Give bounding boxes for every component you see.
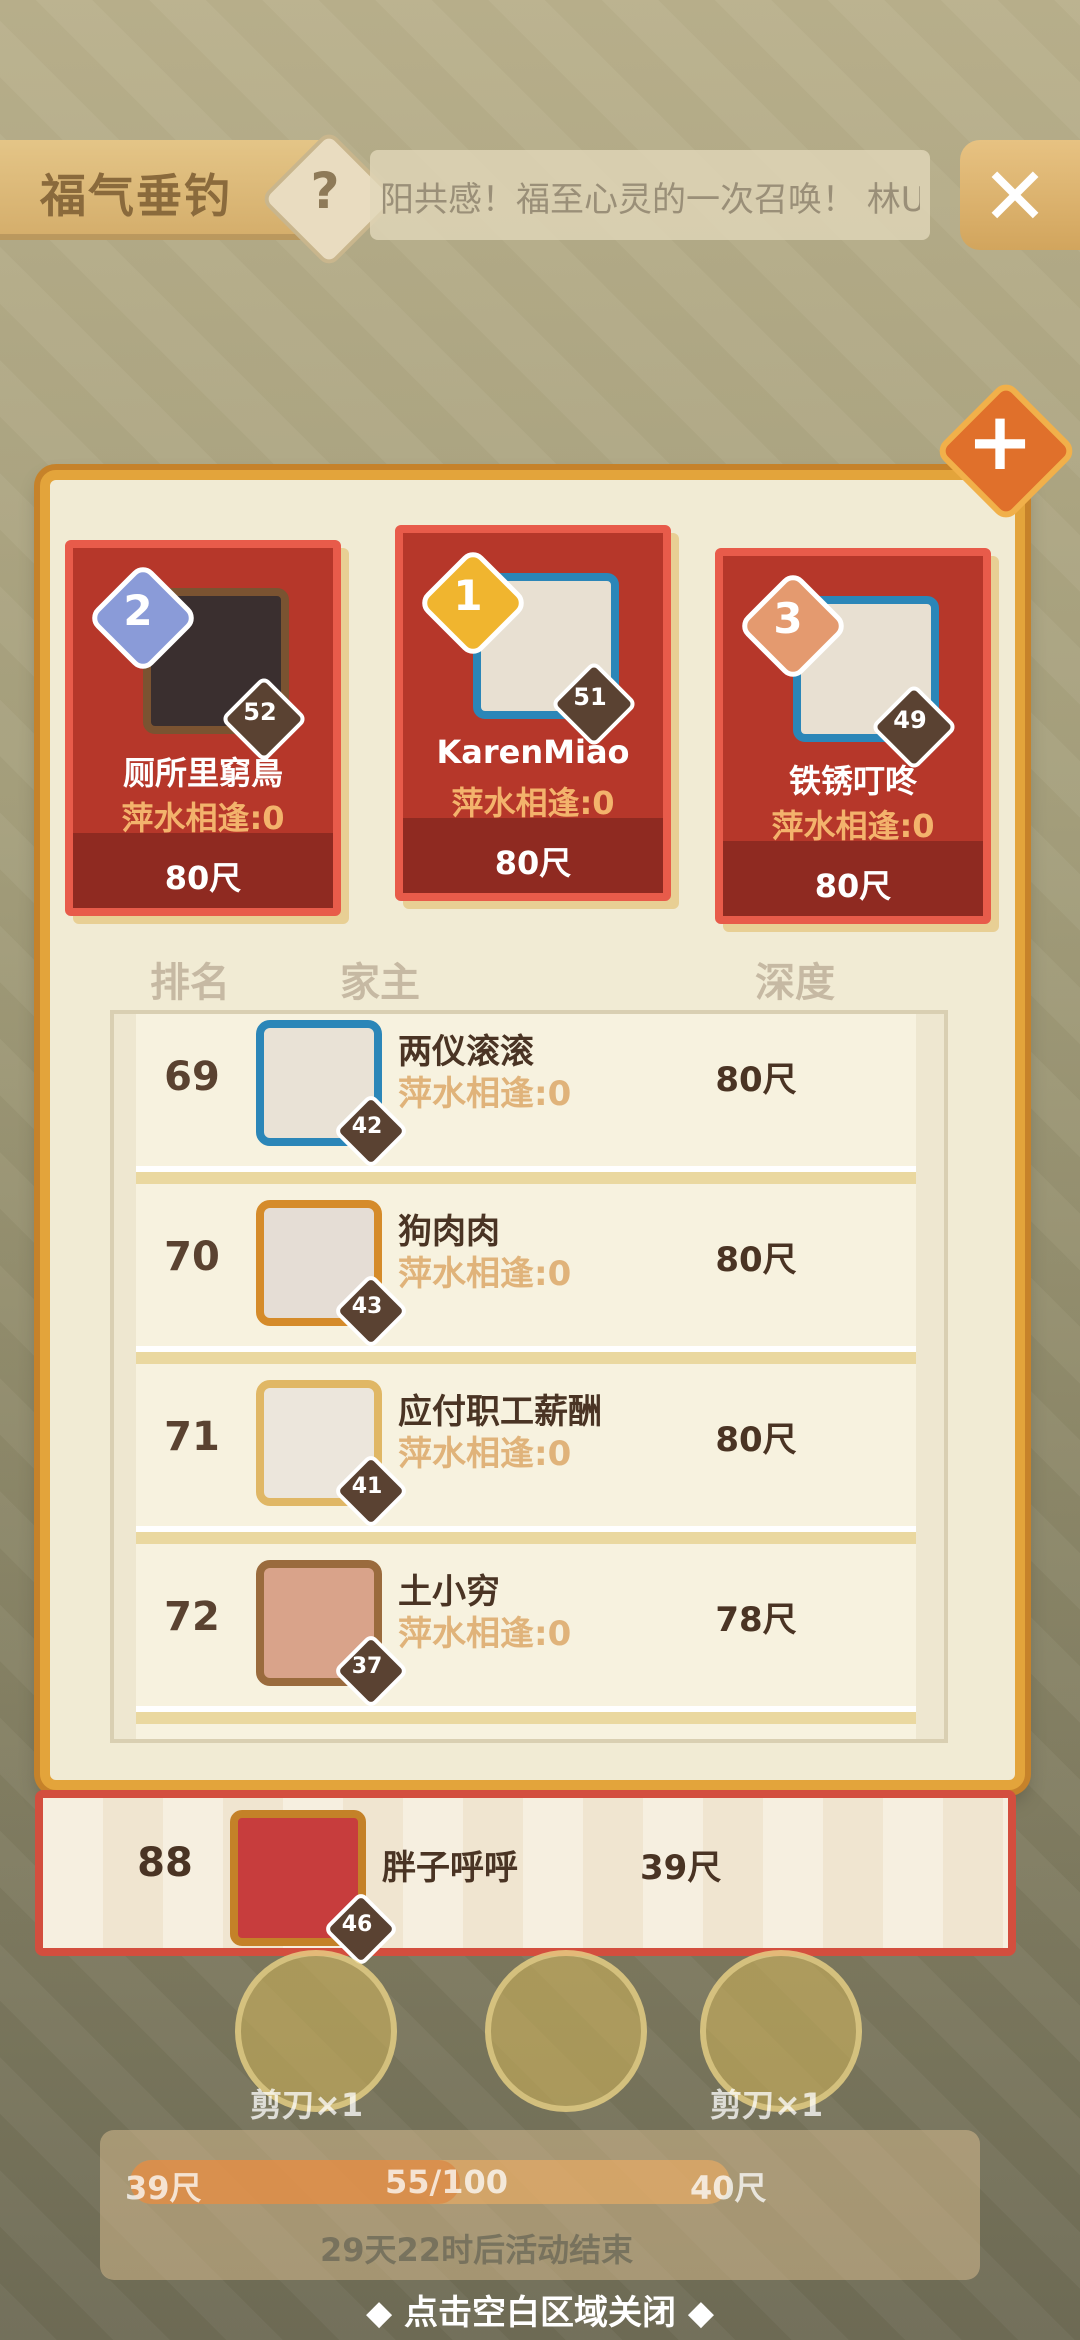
row-rank: 70	[164, 1234, 220, 1280]
column-header-depth: 深度	[755, 960, 835, 1006]
progress-value: 55/100	[385, 2163, 509, 2201]
plus-icon: +	[966, 395, 1034, 488]
player-status: 萍水相逢:0	[398, 1254, 572, 1294]
level-number: 41	[351, 1474, 383, 1499]
depth-value: 78尺	[715, 1600, 797, 1640]
depth-strip: 80尺	[73, 833, 333, 908]
level-number: 42	[351, 1114, 383, 1139]
reward-center-icon[interactable]	[485, 1950, 647, 2112]
depth-value: 80尺	[715, 1060, 797, 1100]
rank-number: 3	[773, 594, 803, 643]
announcement-marquee: 阳共感！福至心灵的一次召唤！ 林U	[370, 150, 930, 240]
player-name: 厕所里窮鳥	[122, 754, 283, 792]
player-name: 铁锈叮咚	[788, 762, 917, 800]
rank-number: 2	[123, 586, 153, 635]
level-number: 49	[893, 706, 927, 734]
depth-value: 80尺	[715, 1240, 797, 1280]
event-countdown: 29天22时后活动结束	[320, 2231, 634, 2269]
rank-number: 1	[453, 571, 483, 620]
row-rank: 72	[164, 1594, 220, 1640]
close-hint[interactable]: ◆ 点击空白区域关闭 ◆	[0, 2285, 1080, 2334]
question-icon: ?	[310, 162, 340, 220]
table-row[interactable]: 69 42 两仪滚滚 萍水相逢:0 80尺	[136, 1014, 916, 1186]
table-row[interactable]	[136, 1724, 916, 1739]
depth-strip: 80尺	[723, 841, 983, 916]
player-name: KarenMiao	[436, 733, 630, 771]
player-status: 萍水相逢:0	[398, 1074, 572, 1114]
progress-right-label: 40尺	[690, 2169, 767, 2207]
depth-value: 80尺	[494, 844, 572, 882]
depth-value: 80尺	[164, 859, 242, 897]
depth-value: 80尺	[715, 1420, 797, 1460]
my-level: 46	[341, 1912, 373, 1937]
level-number: 52	[243, 698, 277, 726]
my-name: 胖子呼呼	[382, 1848, 518, 1888]
level-number: 43	[351, 1294, 383, 1319]
table-row[interactable]: 71 41 应付职工薪酬 萍水相逢:0 80尺	[136, 1364, 916, 1546]
player-status: 萍水相逢:0	[398, 1614, 572, 1654]
player-status: 萍水相逢:0	[398, 1434, 572, 1474]
table-row[interactable]: 70 43 狗肉肉 萍水相逢:0 80尺	[136, 1184, 916, 1366]
top-card-rank-3[interactable]: 3 49 铁锈叮咚 萍水相逢:0 80尺	[715, 548, 991, 924]
column-header-owner: 家主	[340, 960, 420, 1006]
top-card-rank-2[interactable]: 2 52 厕所里窮鳥 萍水相逢:0 80尺	[65, 540, 341, 916]
level-number: 51	[573, 683, 607, 711]
close-button[interactable]: ✕	[960, 140, 1080, 250]
close-icon: ✕	[981, 150, 1049, 243]
depth-value: 80尺	[814, 867, 892, 905]
marquee-text: 阳共感！福至心灵的一次召唤！ 林U	[380, 180, 920, 220]
row-rank: 71	[164, 1414, 220, 1460]
reward-label: 剪刀×1	[250, 2086, 364, 2124]
my-depth: 39尺	[640, 1848, 722, 1888]
level-number: 37	[351, 1654, 383, 1679]
ranking-list[interactable]: 69 42 两仪滚滚 萍水相逢:0 80尺 70 43 狗肉肉 萍水相逢:0 8…	[110, 1010, 948, 1743]
column-header-rank: 排名	[150, 960, 230, 1006]
top-card-rank-1[interactable]: 1 51 KarenMiao 萍水相逢:0 80尺	[395, 525, 671, 901]
reward-label: 剪刀×1	[710, 2086, 824, 2124]
top-bar: 福气垂钓 ? 阳共感！福至心灵的一次召唤！ 林U ✕	[0, 129, 1080, 269]
depth-strip: 80尺	[403, 818, 663, 893]
my-rank: 88	[137, 1840, 193, 1886]
row-rank: 69	[164, 1054, 220, 1100]
page-title: 福气垂钓	[40, 169, 232, 223]
table-row[interactable]: 72 37 土小穷 萍水相逢:0 78尺	[136, 1544, 916, 1726]
progress-left-label: 39尺	[125, 2169, 202, 2207]
